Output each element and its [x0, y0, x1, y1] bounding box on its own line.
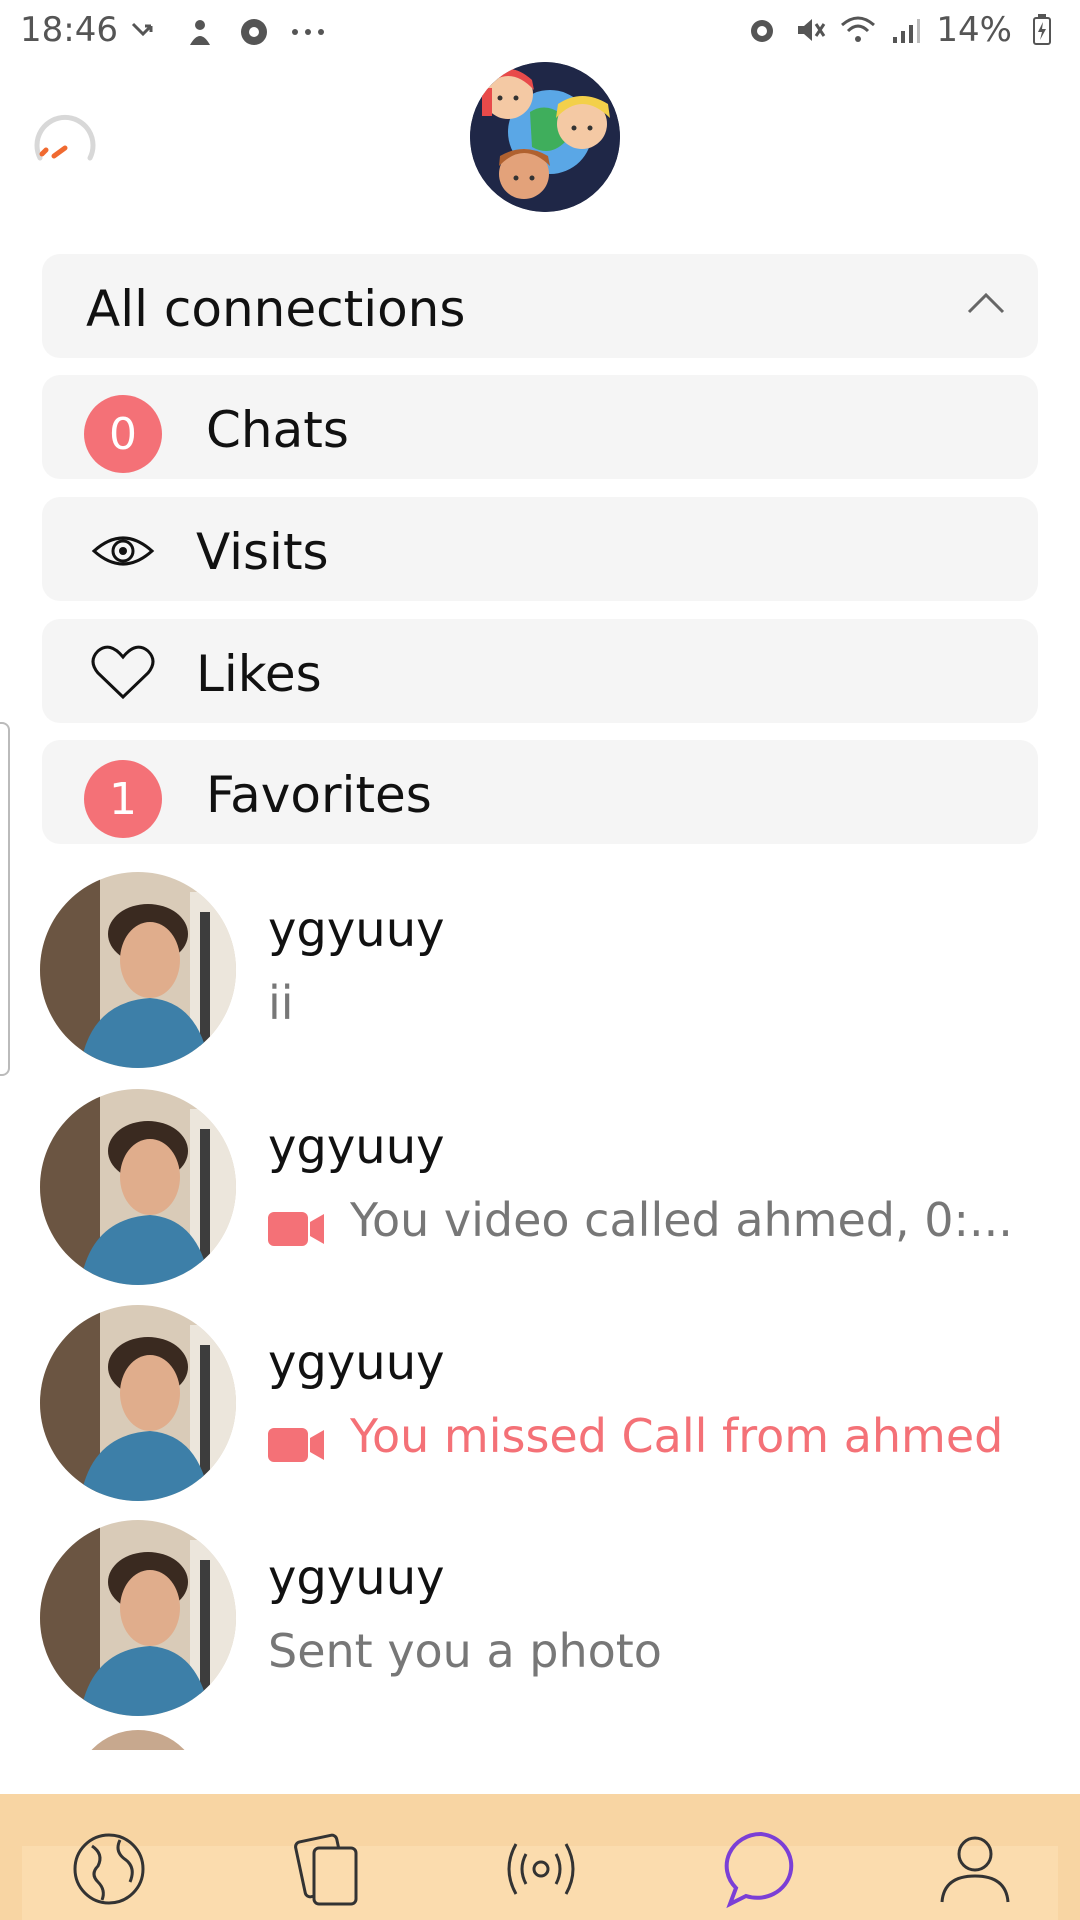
- soccer-icon: [236, 14, 272, 50]
- favorites-label: Favorites: [206, 766, 432, 824]
- chat-list-item-partial[interactable]: [74, 1730, 202, 1750]
- eye-icon: [88, 521, 158, 581]
- avatar: [40, 1305, 236, 1501]
- chat-name: ygyuuy: [268, 1335, 445, 1391]
- connections-item-favorites[interactable]: 1 Favorites: [42, 740, 1038, 844]
- chat-list-item[interactable]: ygyuuy You missed Call from ahmed: [40, 1305, 1040, 1505]
- avatar: [74, 1730, 202, 1750]
- cards-icon[interactable]: [282, 1824, 372, 1914]
- battery-level: 14%: [936, 10, 1012, 50]
- more-icon: [290, 14, 326, 50]
- chat-name: ygyuuy: [268, 1119, 445, 1175]
- connections-item-likes[interactable]: Likes: [42, 619, 1038, 723]
- chats-label: Chats: [206, 401, 349, 459]
- missed-call-icon: [128, 14, 164, 50]
- likes-label: Likes: [196, 645, 322, 703]
- globe-icon[interactable]: [64, 1824, 154, 1914]
- group-avatar[interactable]: [470, 62, 620, 212]
- bottom-navigation: [0, 1794, 1080, 1920]
- connections-item-visits[interactable]: Visits: [42, 497, 1038, 601]
- mute-icon: [792, 12, 828, 48]
- chat-last-message: ii: [268, 976, 294, 1030]
- chats-count-badge: 0: [84, 395, 162, 473]
- chat-last-message: You video called ahmed, 0:...: [350, 1193, 1013, 1247]
- all-connections-label: All connections: [86, 280, 466, 338]
- video-call-icon: [268, 1421, 326, 1462]
- all-connections-dropdown[interactable]: All connections: [42, 254, 1038, 358]
- status-bar: 18:46 14%: [0, 0, 1080, 64]
- side-panel-handle[interactable]: [0, 722, 10, 1076]
- chat-list-item[interactable]: ygyuuy ii: [40, 872, 1040, 1072]
- status-time: 18:46: [20, 10, 118, 50]
- alarm-icon: [744, 12, 780, 48]
- chat-last-message: You missed Call from ahmed: [350, 1409, 1004, 1463]
- broadcast-icon[interactable]: [496, 1824, 586, 1914]
- avatar: [40, 872, 236, 1068]
- avatar: [40, 1520, 236, 1716]
- chat-last-message: Sent you a photo: [268, 1624, 662, 1678]
- profile-icon[interactable]: [930, 1824, 1020, 1914]
- signal-icon: [888, 12, 924, 48]
- video-call-icon: [268, 1205, 326, 1246]
- connections-item-chats[interactable]: 0 Chats: [42, 375, 1038, 479]
- heart-icon: [88, 643, 158, 703]
- wifi-icon: [840, 12, 876, 48]
- chat-icon[interactable]: [716, 1824, 806, 1914]
- favorites-count-badge: 1: [84, 760, 162, 838]
- avatar: [40, 1089, 236, 1285]
- chevron-up-icon: [966, 290, 1006, 316]
- chat-list-item[interactable]: ygyuuy You video called ahmed, 0:...: [40, 1089, 1040, 1289]
- battery-icon: [1024, 12, 1060, 48]
- speedometer-icon[interactable]: [30, 110, 100, 180]
- notification-icon: [182, 14, 218, 50]
- chat-name: ygyuuy: [268, 902, 445, 958]
- visits-label: Visits: [196, 523, 329, 581]
- chat-list-item[interactable]: ygyuuy Sent you a photo: [40, 1520, 1040, 1720]
- chat-name: ygyuuy: [268, 1550, 445, 1606]
